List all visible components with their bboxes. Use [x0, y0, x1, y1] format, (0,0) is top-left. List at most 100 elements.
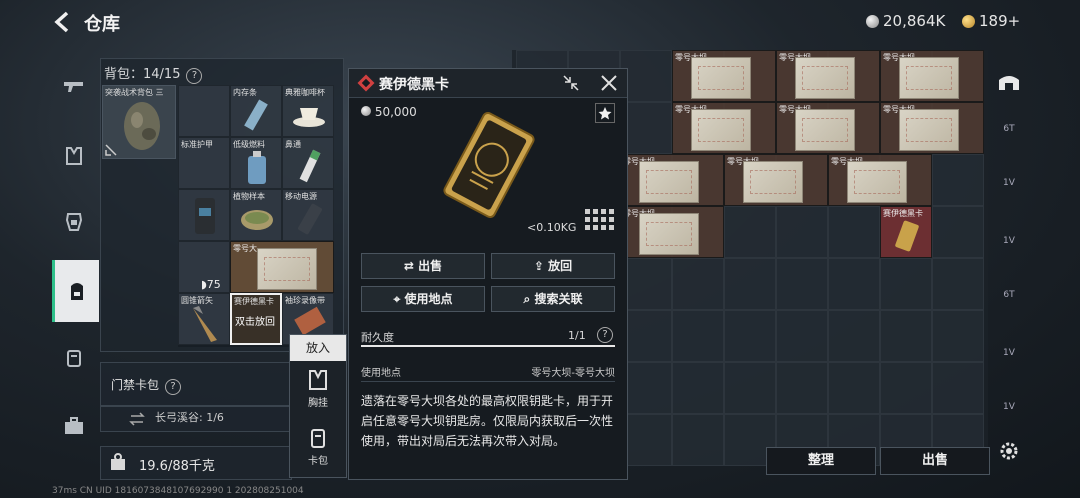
- storage-map-item[interactable]: 零号大坝: [880, 102, 984, 154]
- empty-slot[interactable]: [178, 85, 230, 137]
- map-thumbnail: [743, 161, 803, 203]
- silver-currency[interactable]: 20,864K: [866, 12, 945, 30]
- storage-cell[interactable]: [828, 206, 880, 258]
- storage-map-item[interactable]: 零号大坝: [672, 102, 776, 154]
- weight-icon: [111, 453, 125, 470]
- storage-cell[interactable]: [932, 258, 984, 310]
- sell-icon: ⇄: [403, 259, 419, 273]
- nav-pouch[interactable]: [52, 336, 96, 380]
- backpack-item[interactable]: 突袭战术背包 三: [102, 85, 176, 159]
- storage-cell[interactable]: [776, 206, 828, 258]
- storage-map-item[interactable]: 零号大坝: [776, 50, 880, 102]
- storage-cell[interactable]: [776, 258, 828, 310]
- keycard-pack-label: 门禁卡包: [111, 378, 160, 392]
- item-fuel[interactable]: 低级燃料: [230, 137, 282, 189]
- storage-keycard-item[interactable]: 赛伊德黑卡: [880, 206, 932, 258]
- item-nasal-spray[interactable]: 鼻通: [282, 137, 334, 189]
- search-related-button[interactable]: ⌕ 搜索关联: [491, 286, 615, 312]
- collapse-icon[interactable]: [561, 73, 581, 93]
- detail-return-button[interactable]: ⇪ 放回: [491, 253, 615, 279]
- storage-cell[interactable]: [828, 310, 880, 362]
- storage-cell[interactable]: [672, 310, 724, 362]
- storage-filter-1v-c-icon[interactable]: 1V: [996, 348, 1022, 368]
- keycard-icon: [895, 220, 919, 252]
- keycard-pack-sub[interactable]: 长弓溪谷: 1/6: [100, 406, 302, 432]
- armor-icon: [65, 213, 83, 231]
- storage-map-item[interactable]: 零号大坝: [672, 50, 776, 102]
- storage-map-item[interactable]: 零号大坝: [776, 102, 880, 154]
- nav-armor[interactable]: [52, 200, 96, 244]
- item-memory[interactable]: 内存条: [230, 85, 282, 137]
- map-thumbnail: [795, 57, 855, 99]
- gun-icon: [64, 82, 83, 92]
- item-power-bank[interactable]: 移动电源: [282, 189, 334, 241]
- use-location-value: 零号大坝-零号大坝: [531, 368, 615, 379]
- silver-coin-icon: [866, 14, 879, 28]
- item-arrow[interactable]: 圆锥箭矢: [178, 293, 230, 345]
- storage-cell[interactable]: [828, 362, 880, 414]
- storage-cell[interactable]: [724, 258, 776, 310]
- storage-filter-6t-b-icon[interactable]: 6T: [996, 290, 1022, 310]
- put-in-card-pack[interactable]: 卡包: [290, 427, 346, 477]
- keycard-pack[interactable]: 门禁卡包?: [100, 362, 302, 406]
- storage-cell[interactable]: [672, 258, 724, 310]
- help-icon[interactable]: ?: [597, 327, 613, 343]
- storage-cell[interactable]: [932, 362, 984, 414]
- item-armor-label[interactable]: 标准护甲: [178, 137, 230, 189]
- close-icon[interactable]: [599, 73, 619, 93]
- storage-cell[interactable]: [932, 154, 984, 206]
- item-cup[interactable]: 典雅咖啡杯: [282, 85, 334, 137]
- item-map-dam[interactable]: 零号大: [230, 241, 334, 293]
- storage-filter-1v-b-icon[interactable]: 1V: [996, 236, 1022, 256]
- map-thumbnail: [639, 161, 699, 203]
- storage-cell[interactable]: [776, 310, 828, 362]
- storage-filter-1v-icon[interactable]: 1V: [996, 178, 1022, 198]
- item-plant-sample[interactable]: 植物样本: [230, 189, 282, 241]
- item-keycard-selected[interactable]: 赛伊德黑卡 双击放回: [230, 293, 282, 345]
- map-thumbnail: [899, 109, 959, 151]
- use-place-button[interactable]: ⌖ 使用地点: [361, 286, 485, 312]
- pouch-icon: [67, 350, 81, 367]
- card-pack-icon: [311, 429, 325, 448]
- nav-chest-rig[interactable]: [52, 134, 96, 178]
- sell-button[interactable]: 出售: [880, 447, 990, 475]
- favorite-star-icon[interactable]: [595, 103, 615, 123]
- gold-currency[interactable]: 189+: [962, 12, 1020, 30]
- storage-map-item[interactable]: 零号大坝: [620, 154, 724, 206]
- put-in-chest-rig[interactable]: 胸挂: [290, 369, 346, 419]
- storage-cell[interactable]: [880, 258, 932, 310]
- storage-map-item[interactable]: 零号大坝: [724, 154, 828, 206]
- storage-filter-6t-icon[interactable]: 6T: [996, 124, 1022, 144]
- detail-sell-button[interactable]: ⇄ 出售: [361, 253, 485, 279]
- nav-backpack[interactable]: [52, 260, 99, 322]
- storage-map-item[interactable]: 零号大坝: [620, 206, 724, 258]
- storage-cell[interactable]: [776, 362, 828, 414]
- storage-filter-1v-d-icon[interactable]: 1V: [996, 402, 1022, 422]
- nav-case[interactable]: [52, 404, 96, 448]
- storage-cell[interactable]: [672, 362, 724, 414]
- storage-cell[interactable]: [932, 206, 984, 258]
- armor-vest-icon: [195, 198, 215, 234]
- storage-home-icon[interactable]: [996, 72, 1022, 92]
- storage-cell[interactable]: [724, 206, 776, 258]
- storage-cell[interactable]: [828, 258, 880, 310]
- storage-cell[interactable]: [724, 362, 776, 414]
- help-icon[interactable]: ?: [165, 379, 182, 395]
- nav-weapon[interactable]: [52, 64, 96, 108]
- unequip-icon[interactable]: [105, 144, 117, 156]
- upload-icon: ⇪: [533, 259, 549, 273]
- storage-cell[interactable]: [672, 414, 724, 466]
- help-icon[interactable]: ?: [186, 68, 203, 84]
- storage-cell[interactable]: [880, 310, 932, 362]
- back-arrow-icon[interactable]: [52, 10, 74, 34]
- storage-map-item[interactable]: 零号大坝: [828, 154, 932, 206]
- gear-icon[interactable]: [998, 440, 1020, 462]
- map-thumbnail: [257, 248, 317, 290]
- item-armor[interactable]: [178, 189, 230, 241]
- storage-cell[interactable]: [724, 310, 776, 362]
- swap-icon[interactable]: [129, 412, 145, 426]
- storage-map-item[interactable]: 零号大坝: [880, 50, 984, 102]
- storage-cell[interactable]: [932, 310, 984, 362]
- storage-cell[interactable]: [880, 362, 932, 414]
- sort-button[interactable]: 整理: [766, 447, 876, 475]
